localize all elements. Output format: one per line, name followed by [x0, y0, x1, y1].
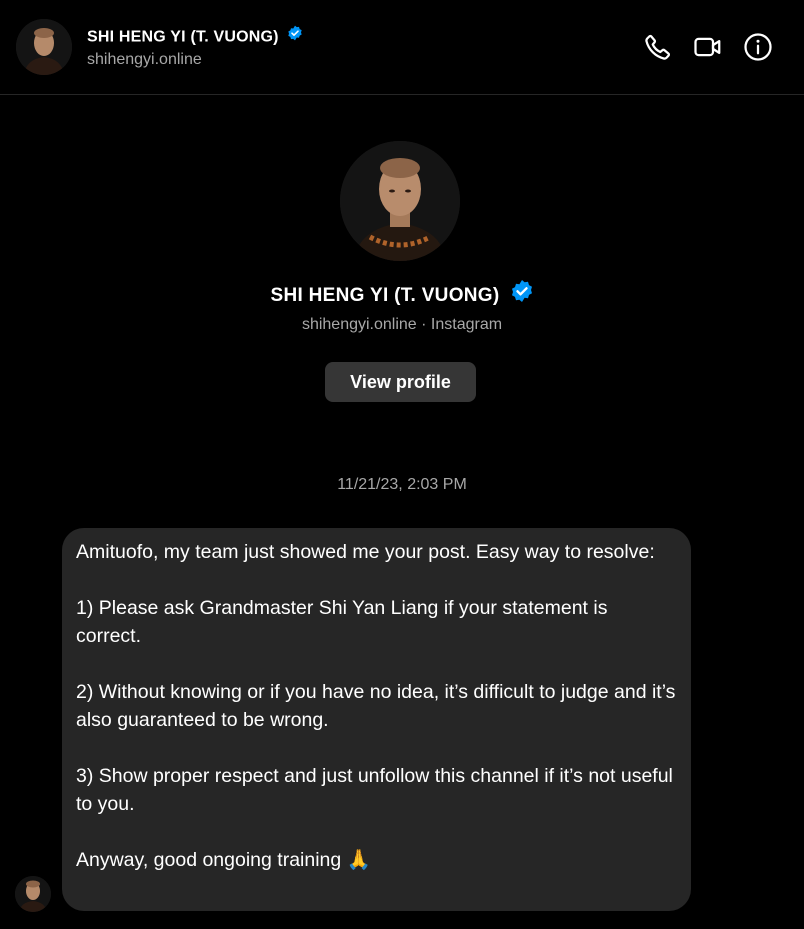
header-avatar[interactable] [16, 19, 72, 75]
verified-badge-icon [510, 279, 534, 309]
message-paragraph: 2) Without knowing or if you have no ide… [76, 681, 676, 731]
message-bubble[interactable]: Amituofo, my team just showed me your po… [62, 528, 691, 911]
sender-avatar[interactable] [15, 876, 51, 912]
message-timestamp: 11/21/23, 2:03 PM [337, 476, 467, 493]
header-username-text[interactable]: SHI HENG YI (T. VUONG) [87, 29, 279, 46]
profile-avatar[interactable] [340, 141, 460, 261]
phone-icon[interactable] [643, 32, 673, 62]
message-paragraph: Amituofo, my team just showed me your po… [76, 541, 655, 563]
message-paragraph: Anyway, good ongoing training 🙏 [76, 849, 371, 871]
video-call-icon[interactable] [693, 32, 723, 62]
profile-username-text: SHI HENG YI (T. VUONG) [270, 285, 500, 307]
verified-badge-icon [287, 25, 303, 46]
profile-subtitle: shihengyi.online · Instagram [301, 316, 503, 333]
view-profile-button[interactable]: View profile [325, 362, 476, 402]
header-username[interactable]: SHI HENG YI (T. VUONG) [87, 25, 303, 48]
profile-username: SHI HENG YI (T. VUONG) [0, 279, 804, 311]
header-website: shihengyi.online [87, 51, 202, 68]
message-paragraph: 1) Please ask Grandmaster Shi Yan Liang … [76, 597, 608, 647]
message-paragraph: 3) Show proper respect and just unfollow… [76, 765, 673, 815]
info-icon[interactable] [743, 32, 773, 62]
chat-header: SHI HENG YI (T. VUONG) shihengyi.online [0, 0, 804, 95]
